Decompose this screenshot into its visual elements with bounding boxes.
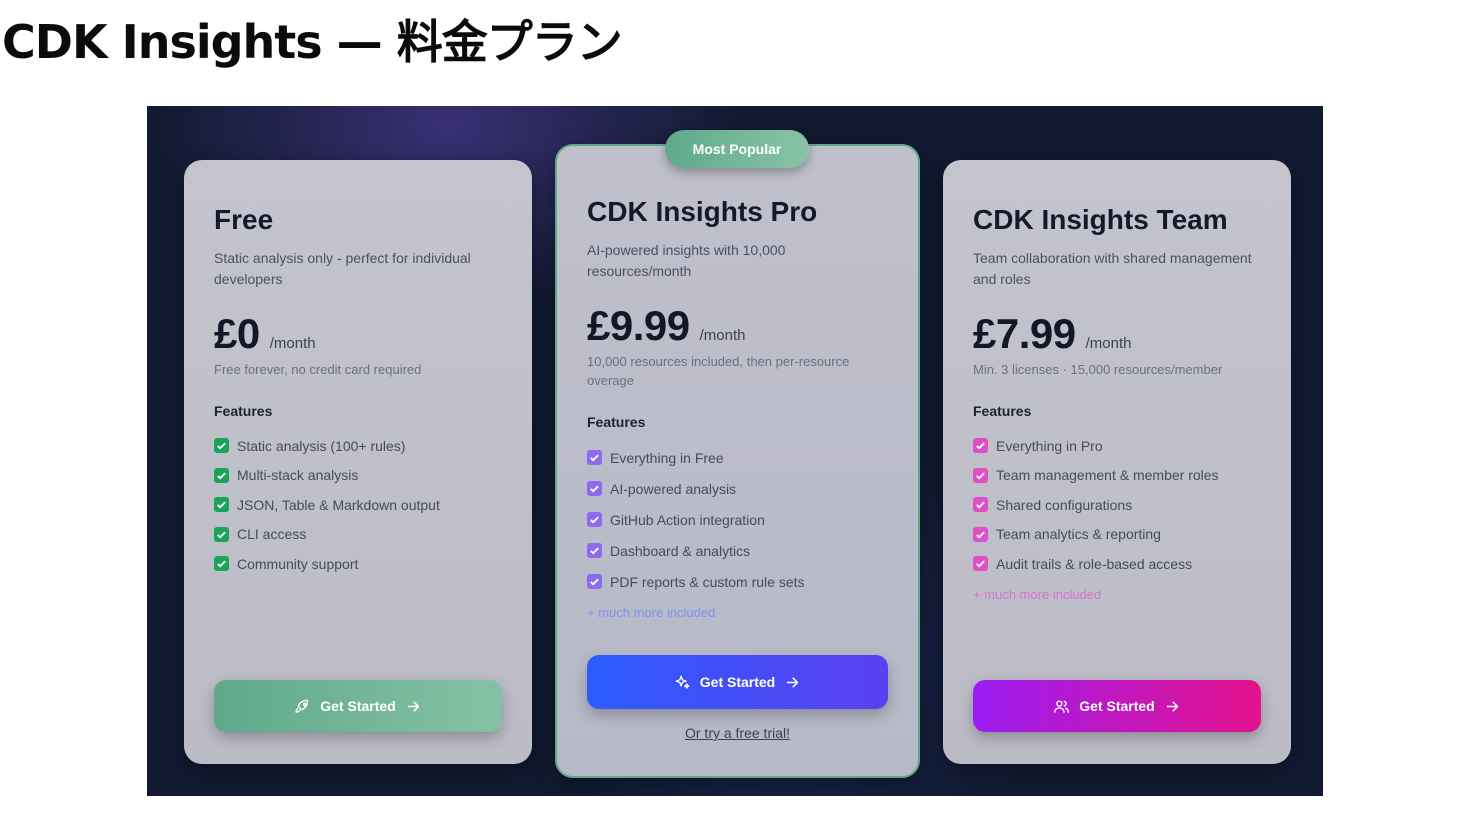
check-icon bbox=[587, 450, 602, 465]
price-period: /month bbox=[1085, 335, 1132, 352]
more-included-link[interactable]: + much more included bbox=[587, 605, 888, 620]
check-icon bbox=[973, 497, 988, 513]
page-title: CDK Insights — 料金プラン bbox=[2, 15, 623, 69]
check-icon bbox=[973, 526, 988, 542]
price-period: /month bbox=[269, 335, 316, 352]
feature-label: AI-powered analysis bbox=[610, 480, 737, 497]
plan-card-team: CDK Insights Team Team collaboration wit… bbox=[943, 160, 1291, 764]
check-icon bbox=[587, 574, 602, 589]
check-icon bbox=[214, 438, 229, 454]
feature-label: Dashboard & analytics bbox=[610, 542, 751, 559]
check-icon bbox=[973, 556, 988, 572]
check-icon bbox=[214, 556, 229, 572]
price-period: /month bbox=[699, 327, 746, 344]
users-icon bbox=[1054, 699, 1070, 713]
button-label: Get Started bbox=[1079, 698, 1155, 714]
plan-name: Free bbox=[214, 204, 274, 235]
feature-item: Multi-stack analysis bbox=[214, 461, 502, 491]
plan-card-pro: CDK Insights Pro AI-powered insights wit… bbox=[555, 144, 920, 778]
feature-label: Audit trails & role-based access bbox=[996, 555, 1193, 572]
feature-label: JSON, Table & Markdown output bbox=[237, 496, 440, 513]
feature-list: Everything in Free AI-powered analysis G… bbox=[587, 442, 888, 597]
pricing-section: Free Static analysis only - perfect for … bbox=[147, 106, 1323, 796]
arrow-right-icon bbox=[1166, 700, 1178, 712]
feature-label: Team management & member roles bbox=[996, 467, 1219, 484]
price-note: Free forever, no credit card required bbox=[214, 362, 422, 377]
free-trial-link[interactable]: Or try a free trial! bbox=[557, 725, 918, 741]
feature-item: PDF reports & custom rule sets bbox=[587, 566, 888, 597]
check-icon bbox=[587, 481, 602, 496]
feature-list: Everything in Pro Team management & memb… bbox=[973, 431, 1261, 579]
feature-item: Dashboard & analytics bbox=[587, 535, 888, 566]
plan-card-free: Free Static analysis only - perfect for … bbox=[184, 160, 532, 764]
feature-label: Everything in Pro bbox=[996, 437, 1103, 454]
plan-price: £7.99 bbox=[973, 310, 1076, 357]
plan-price: £0 bbox=[214, 310, 260, 357]
check-icon bbox=[214, 467, 229, 483]
feature-label: Shared configurations bbox=[996, 496, 1133, 513]
features-heading: Features bbox=[973, 403, 1032, 419]
plan-description: Static analysis only - perfect for indiv… bbox=[214, 250, 471, 287]
plan-description: Team collaboration with shared managemen… bbox=[973, 250, 1252, 287]
plan-price: £9.99 bbox=[587, 302, 690, 349]
feature-item: Static analysis (100+ rules) bbox=[214, 431, 502, 461]
features-heading: Features bbox=[587, 414, 646, 430]
check-icon bbox=[587, 512, 602, 527]
rocket-icon bbox=[295, 699, 309, 713]
feature-list: Static analysis (100+ rules) Multi-stack… bbox=[214, 431, 502, 579]
get-started-button-free[interactable]: Get Started bbox=[214, 680, 502, 732]
button-label: Get Started bbox=[320, 698, 396, 714]
check-icon bbox=[214, 497, 229, 513]
sparkles-icon bbox=[675, 674, 690, 689]
arrow-right-icon bbox=[407, 700, 419, 712]
feature-item: JSON, Table & Markdown output bbox=[214, 490, 502, 520]
price-row: £0 /month bbox=[214, 310, 502, 358]
feature-label: CLI access bbox=[237, 526, 307, 543]
feature-item: Everything in Free bbox=[587, 442, 888, 473]
feature-label: GitHub Action integration bbox=[610, 511, 765, 528]
plan-name: CDK Insights Team bbox=[973, 204, 1228, 235]
button-label: Get Started bbox=[699, 674, 776, 690]
feature-item: CLI access bbox=[214, 520, 502, 550]
feature-item: Community support bbox=[214, 549, 502, 579]
arrow-right-icon bbox=[786, 676, 799, 688]
price-row: £9.99 /month bbox=[587, 302, 888, 350]
feature-item: GitHub Action integration bbox=[587, 504, 888, 535]
feature-label: Community support bbox=[237, 555, 359, 572]
feature-item: AI-powered analysis bbox=[587, 473, 888, 504]
feature-label: Multi-stack analysis bbox=[237, 467, 359, 484]
feature-item: Everything in Pro bbox=[973, 431, 1261, 461]
check-icon bbox=[587, 543, 602, 558]
feature-label: Team analytics & reporting bbox=[996, 526, 1161, 543]
feature-item: Team analytics & reporting bbox=[973, 520, 1261, 550]
price-row: £7.99 /month bbox=[973, 310, 1261, 358]
get-started-button-pro[interactable]: Get Started bbox=[587, 655, 888, 709]
feature-label: Everything in Free bbox=[610, 449, 724, 466]
get-started-button-team[interactable]: Get Started bbox=[973, 680, 1261, 732]
check-icon bbox=[973, 438, 988, 454]
feature-label: PDF reports & custom rule sets bbox=[610, 573, 805, 590]
price-note: 10,000 resources included, then per-reso… bbox=[587, 354, 850, 388]
feature-item: Shared configurations bbox=[973, 490, 1261, 520]
features-heading: Features bbox=[214, 403, 273, 419]
check-icon bbox=[214, 526, 229, 542]
feature-item: Audit trails & role-based access bbox=[973, 549, 1261, 579]
check-icon bbox=[973, 467, 988, 483]
plan-description: AI-powered insights with 10,000 resource… bbox=[587, 242, 786, 279]
more-included-link[interactable]: + much more included bbox=[973, 587, 1261, 602]
feature-item: Team management & member roles bbox=[973, 461, 1261, 491]
feature-label: Static analysis (100+ rules) bbox=[237, 437, 406, 454]
price-note: Min. 3 licenses · 15,000 resources/membe… bbox=[973, 362, 1223, 377]
plan-name: CDK Insights Pro bbox=[587, 196, 818, 227]
most-popular-badge: Most Popular bbox=[665, 130, 809, 168]
